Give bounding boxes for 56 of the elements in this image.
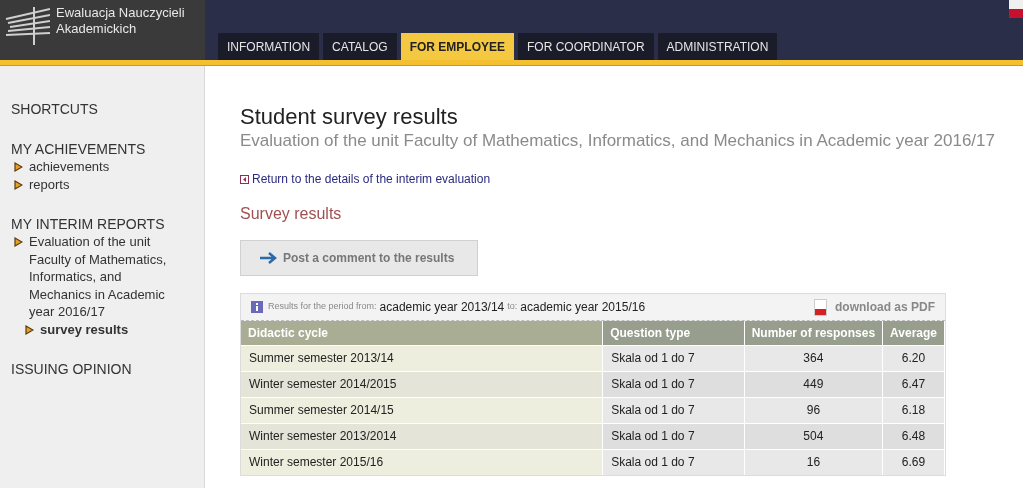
table-cell: Summer semester 2013/14: [241, 345, 603, 371]
table-cell: 6.20: [882, 345, 945, 371]
column-header: Didactic cycle: [241, 321, 603, 345]
section-heading: MY ACHIEVEMENTS: [11, 140, 147, 158]
logo-icon: [4, 5, 50, 45]
section-heading: MY INTERIM REPORTS: [11, 215, 166, 233]
info-icon: [251, 301, 263, 313]
bullet-arrow-icon: [14, 162, 23, 172]
period-value: academic year 2015/16: [520, 299, 646, 316]
table-cell: 364: [744, 345, 883, 371]
nav-tab[interactable]: CATALOG: [323, 33, 397, 60]
table-cell: Winter semester 2013/2014: [241, 423, 603, 449]
page-title: Student survey results: [240, 104, 459, 130]
period-label: Results for the period from:: [268, 300, 377, 314]
back-link[interactable]: Return to the details of the interim evaluation: [252, 170, 491, 188]
table-cell: 6.48: [882, 423, 945, 449]
period-label: to:: [507, 300, 518, 314]
table-cell: 6.69: [882, 449, 945, 475]
table-cell: 6.18: [882, 397, 945, 423]
section-heading: SHORTCUTS: [11, 100, 99, 118]
column-header: Average: [882, 321, 945, 345]
sidebar-link[interactable]: achievements: [29, 158, 179, 176]
bullet-arrow-icon: [14, 179, 23, 190]
nav-tab[interactable]: FOR COORDINATOR: [518, 33, 654, 60]
page-subtitle: Evaluation of the unit Faculty of Mathematics, Informatics, and Mechanics in Academic year 2016/17: [240, 130, 996, 152]
column-header: Question type: [602, 321, 745, 345]
flag-icon: [1009, 0, 1023, 18]
section-heading: ISSUING OPINION: [11, 360, 133, 378]
column-header: Number of responses: [744, 321, 883, 345]
bullet-arrow-icon: [14, 237, 23, 247]
table-cell: 96: [744, 397, 883, 423]
table-cell: 6.47: [882, 371, 945, 397]
table-cell: Winter semester 2014/2015: [241, 371, 603, 397]
period-value: academic year 2013/14: [379, 299, 505, 316]
table-cell: Skala od 1 do 7: [602, 371, 745, 397]
bullet-arrow-icon: [25, 324, 34, 335]
table-cell: 504: [744, 423, 883, 449]
sidebar-link[interactable]: survey results: [40, 320, 129, 338]
table-cell: Skala od 1 do 7: [602, 423, 745, 449]
nav-tab[interactable]: INFORMATION: [218, 33, 320, 60]
table-cell: Summer semester 2014/15: [241, 397, 603, 423]
nav-tab[interactable]: ADMINISTRATION: [657, 33, 778, 60]
table-cell: Skala od 1 do 7: [602, 397, 745, 423]
sidebar-link[interactable]: reports: [29, 175, 179, 193]
table-cell: Skala od 1 do 7: [602, 345, 745, 371]
nav-tab[interactable]: FOR EMPLOYEE: [400, 33, 515, 60]
table-cell: Skala od 1 do 7: [602, 449, 745, 475]
table-cell: 16: [744, 449, 883, 475]
back-icon: [240, 174, 249, 184]
table-cell: 449: [744, 371, 883, 397]
table-cell: Winter semester 2015/16: [241, 449, 603, 475]
app-title: Ewaluacja Nauczycieli Akademickich: [56, 5, 186, 37]
arrow-right-icon: [259, 252, 277, 264]
pdf-icon: [814, 298, 827, 316]
comment-button[interactable]: Post a comment to the results: [240, 240, 478, 276]
section-title: Survey results: [240, 204, 343, 224]
